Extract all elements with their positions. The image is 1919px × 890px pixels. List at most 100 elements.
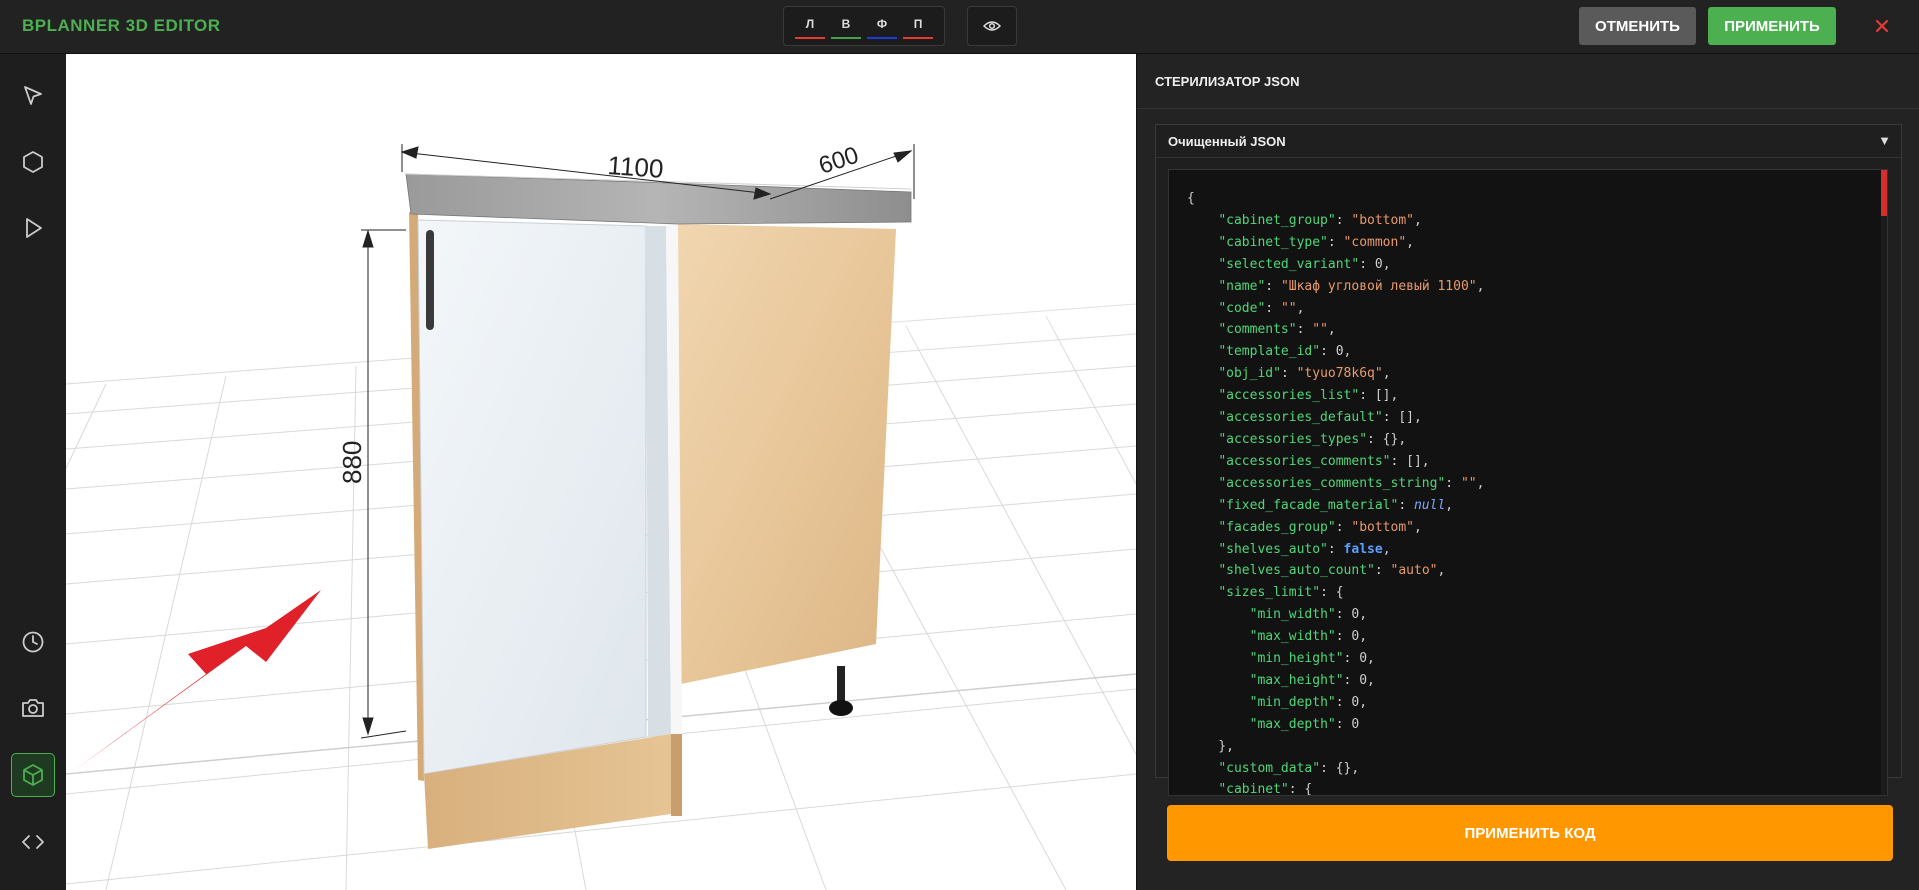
accordion-header[interactable]: Очищенный JSON ▼ [1156, 125, 1901, 158]
select-tool[interactable] [11, 74, 55, 118]
code-token: , [1414, 519, 1422, 535]
code-line: "accessories_comments": [], [1187, 451, 1484, 473]
code-token: : [], [1359, 388, 1399, 404]
code-token: "" [1280, 300, 1297, 316]
apply-code-button[interactable]: ПРИМЕНИТЬ КОД [1167, 805, 1893, 861]
code-token: "min_height" [1249, 651, 1344, 667]
code-token: , [1414, 212, 1422, 228]
code-token: "auto" [1390, 563, 1438, 579]
code-line: "accessories_default": [], [1187, 407, 1484, 429]
view-top-button[interactable]: В [831, 13, 861, 39]
code-token: , [1367, 651, 1375, 667]
close-button[interactable] [1870, 14, 1894, 38]
code-token: }, [1187, 738, 1234, 754]
code-token: , [1343, 344, 1352, 360]
code-line: "code": "", [1187, 298, 1484, 320]
scrollbar-thumb[interactable] [1881, 170, 1887, 216]
code-token: null [1413, 497, 1446, 513]
cancel-button[interactable]: ОТМЕНИТЬ [1579, 7, 1696, 45]
top-bar: BPLANNER 3D EDITOR Л В Ф П ОТМЕНИТЬ ПРИМ… [0, 0, 1919, 54]
close-icon [1875, 19, 1889, 33]
play-icon [26, 218, 42, 238]
code-token: : [1335, 629, 1352, 645]
shape-tool[interactable] [11, 140, 55, 184]
hexagon-icon [23, 151, 43, 173]
code-line: "sizes_limit": { [1187, 582, 1484, 604]
code-token: : [1343, 672, 1360, 688]
code-line: "custom_data": {}, [1187, 758, 1484, 780]
code-token: : [1335, 212, 1352, 228]
code-token: , [1406, 234, 1414, 250]
code-token: : [1335, 519, 1352, 535]
code-line: "cabinet": { [1187, 779, 1484, 796]
code-token: "" [1312, 322, 1328, 338]
code-token: : [], [1382, 410, 1422, 426]
code-line: "cabinet_group": "bottom", [1187, 210, 1484, 232]
code-token: { [1187, 191, 1195, 206]
code-token: : [1280, 366, 1297, 382]
code-token: , [1359, 629, 1368, 645]
code-token: : [1359, 256, 1375, 272]
code-token: : [1320, 344, 1336, 360]
code-line: "shelves_auto_count": "auto", [1187, 560, 1484, 582]
code-token: "" [1460, 475, 1477, 491]
code-token: , [1382, 366, 1391, 382]
code-line: }, [1187, 736, 1484, 758]
code-token: "selected_variant" [1218, 256, 1360, 272]
code-line: "name": "Шкаф угловой левый 1100", [1187, 276, 1484, 298]
code-scrollbar[interactable] [1881, 170, 1887, 795]
code-token: "comments" [1218, 322, 1297, 338]
json-code-editor[interactable]: { "cabinet_group": "bottom", "cabinet_ty… [1168, 169, 1888, 796]
code-token: , [1476, 475, 1485, 491]
code-token: , [1296, 300, 1305, 316]
cabinet-side-panel [676, 224, 896, 684]
code-token: "cabinet" [1218, 782, 1289, 796]
code-token: , [1359, 694, 1368, 710]
view-front-button[interactable]: Ф [867, 13, 897, 39]
play-tool[interactable] [11, 206, 55, 250]
view-perspective-button[interactable]: П [903, 13, 933, 39]
code-line: "min_depth": 0, [1187, 692, 1484, 714]
code-token: "bottom" [1351, 212, 1414, 228]
apply-button[interactable]: ПРИМЕНИТЬ [1708, 7, 1836, 45]
code-token: "code" [1218, 300, 1266, 316]
cube-tool[interactable] [11, 753, 55, 797]
code-line: "accessories_comments_string": "", [1187, 473, 1484, 495]
code-token: false [1343, 541, 1383, 557]
code-token: "max_depth" [1249, 716, 1336, 732]
tool-sidebar [0, 54, 66, 890]
code-tool[interactable] [11, 820, 55, 864]
code-line: "accessories_list": [], [1187, 385, 1484, 407]
code-token: "max_height" [1249, 672, 1344, 688]
code-token: : [1335, 607, 1352, 623]
view-left-button[interactable]: Л [795, 13, 825, 39]
code-line: "obj_id": "tyuo78k6q", [1187, 363, 1484, 385]
code-token: , [1445, 497, 1454, 513]
dimension-height-label: 880 [337, 441, 367, 484]
visibility-button[interactable] [967, 6, 1017, 46]
view-buttons-group: Л В Ф П [783, 6, 945, 46]
code-token: "accessories_comments_string" [1218, 475, 1446, 491]
cabinet-leg [829, 700, 853, 716]
panel-title: СТЕРИЛИЗАТОР JSON [1155, 74, 1300, 89]
code-token: : {}, [1367, 431, 1407, 447]
panel-divider [1137, 108, 1919, 109]
code-token: "template_id" [1218, 344, 1321, 360]
code-token: 0 [1351, 716, 1360, 732]
3d-viewport[interactable]: 1100 600 880 [66, 54, 1136, 890]
code-token: "name" [1218, 278, 1266, 294]
history-tool[interactable] [11, 620, 55, 664]
camera-tool[interactable] [11, 686, 55, 730]
glass-door [417, 219, 647, 775]
code-token: "common" [1343, 234, 1407, 250]
